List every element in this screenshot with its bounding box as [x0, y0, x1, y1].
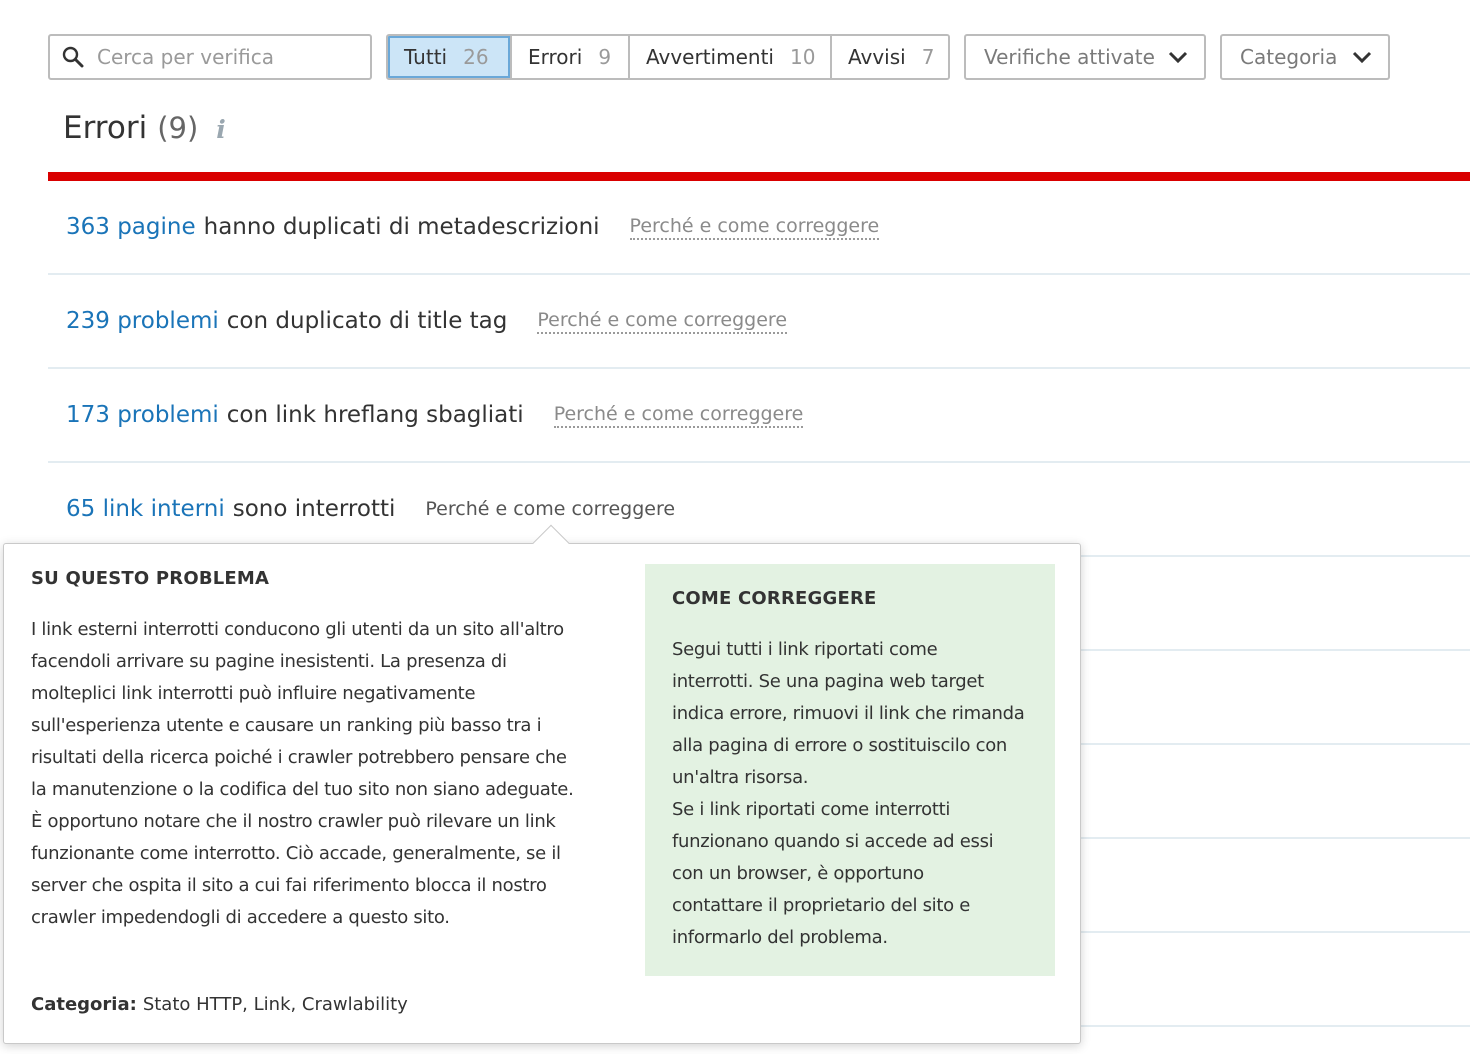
- section-count: (9): [157, 111, 199, 145]
- filter-tab-count: 7: [921, 45, 935, 69]
- about-line: server che ospita il sito a cui fai rife…: [31, 875, 547, 896]
- filter-tab-errors[interactable]: Errori 9: [510, 36, 628, 78]
- fix-line: con un browser, è opportuno: [672, 863, 924, 884]
- about-issue-section: SU QUESTO PROBLEMA I link esterni interr…: [31, 568, 611, 934]
- why-how-to-fix-link[interactable]: Perché e come correggere: [537, 309, 788, 334]
- filter-tab-count: 9: [598, 45, 612, 69]
- category-value: Stato HTTP, Link, Crawlability: [142, 994, 408, 1015]
- filter-tab-notices[interactable]: Avvisi 7: [830, 36, 948, 78]
- fix-line: informarlo del problema.: [672, 927, 888, 948]
- search-box[interactable]: [48, 34, 372, 80]
- search-icon: [62, 46, 84, 68]
- about-line: la manutenzione o la codifica del tuo si…: [31, 779, 574, 800]
- fix-line: alla pagina di errore o sostituiscilo co…: [672, 735, 1008, 756]
- filter-tab-label: Tutti: [404, 45, 448, 69]
- issue-description: hanno duplicati di metadescrizioni: [203, 214, 600, 240]
- issue-description: con link hreflang sbagliati: [226, 402, 524, 428]
- filter-tab-count: 10: [789, 45, 816, 69]
- issue-category: Categoria: Stato HTTP, Link, Crawlability: [31, 994, 408, 1015]
- chevron-down-icon: [1352, 51, 1372, 64]
- how-to-fix-title: COME CORREGGERE: [672, 588, 877, 609]
- fix-line: contattare il proprietario del sito e: [672, 895, 971, 916]
- section-title: Errori: [63, 110, 148, 146]
- errors-severity-bar: [48, 172, 1470, 181]
- about-line: risultati della ricerca poiché i crawler…: [31, 747, 567, 768]
- fix-line: un'altra risorsa.: [672, 767, 809, 788]
- issue-details-popover: SU QUESTO PROBLEMA I link esterni interr…: [3, 543, 1081, 1044]
- about-issue-title: SU QUESTO PROBLEMA: [31, 568, 270, 589]
- about-line: molteplici link interrotti può influire …: [31, 683, 476, 704]
- severity-filter: Tutti 26 Errori 9 Avvertimenti 10 Avvisi…: [386, 34, 950, 80]
- how-to-fix-text: Segui tutti i link riportati come interr…: [672, 634, 1031, 954]
- chevron-down-icon: [1168, 51, 1188, 64]
- filter-tab-label: Errori: [528, 45, 583, 69]
- fix-line: funzionano quando si accede ad essi: [672, 831, 994, 852]
- about-line: funzionante come interrotto. Ciò accade,…: [31, 843, 561, 864]
- why-how-to-fix-link[interactable]: Perché e come correggere: [553, 403, 804, 428]
- issue-row: 363 pagine hanno duplicati di metadescri…: [48, 181, 1470, 275]
- issue-description: sono interrotti: [232, 496, 396, 522]
- fix-line: Segui tutti i link riportati come: [672, 639, 938, 660]
- issue-count-link[interactable]: 173 problemi: [66, 402, 219, 428]
- issue-count-link[interactable]: 65 link interni: [66, 496, 225, 522]
- active-checks-dropdown[interactable]: Verifiche attivate: [964, 34, 1206, 80]
- how-to-fix-section: COME CORREGGERE Segui tutti i link ripor…: [645, 564, 1055, 976]
- about-line: I link esterni interrotti conducono gli …: [31, 619, 564, 640]
- about-line: È opportuno notare che il nostro crawler…: [31, 811, 556, 832]
- filter-tab-label: Avvertimenti: [646, 45, 774, 69]
- category-label: Categoria:: [31, 994, 137, 1015]
- dropdown-label: Verifiche attivate: [984, 45, 1155, 69]
- issue-count-link[interactable]: 239 problemi: [66, 308, 219, 334]
- info-icon[interactable]: i: [216, 115, 226, 144]
- search-input[interactable]: [97, 39, 337, 75]
- fix-line: indica errore, rimuovi il link che riman…: [672, 703, 1025, 724]
- issue-count-link[interactable]: 363 pagine: [66, 214, 196, 240]
- about-line: crawler impedendogli di accedere a quest…: [31, 907, 450, 928]
- fix-line: Se i link riportati come interrotti: [672, 799, 951, 820]
- issue-description: con duplicato di title tag: [226, 308, 508, 334]
- issue-row: 239 problemi con duplicato di title tag …: [48, 275, 1470, 369]
- site-audit-issues-page: Tutti 26 Errori 9 Avvertimenti 10 Avvisi…: [0, 0, 1470, 1054]
- filter-tab-count: 26: [463, 45, 489, 69]
- about-line: facendoli arrivare su pagine inesistenti…: [31, 651, 507, 672]
- section-heading: Errori (9) i: [63, 110, 226, 146]
- filter-tab-warnings[interactable]: Avvertimenti 10: [628, 36, 830, 78]
- filter-tab-all[interactable]: Tutti 26: [388, 36, 510, 78]
- fix-line: interrotti. Se una pagina web target: [672, 671, 984, 692]
- filter-tab-label: Avvisi: [848, 45, 906, 69]
- about-line: sull'esperienza utente e causare un rank…: [31, 715, 542, 736]
- dropdown-label: Categoria: [1240, 45, 1338, 69]
- why-how-to-fix-link[interactable]: Perché e come correggere: [425, 498, 675, 521]
- category-dropdown[interactable]: Categoria: [1220, 34, 1390, 80]
- issue-row: 173 problemi con link hreflang sbagliati…: [48, 369, 1470, 463]
- about-issue-text: I link esterni interrotti conducono gli …: [31, 614, 611, 934]
- why-how-to-fix-link[interactable]: Perché e come correggere: [629, 215, 880, 240]
